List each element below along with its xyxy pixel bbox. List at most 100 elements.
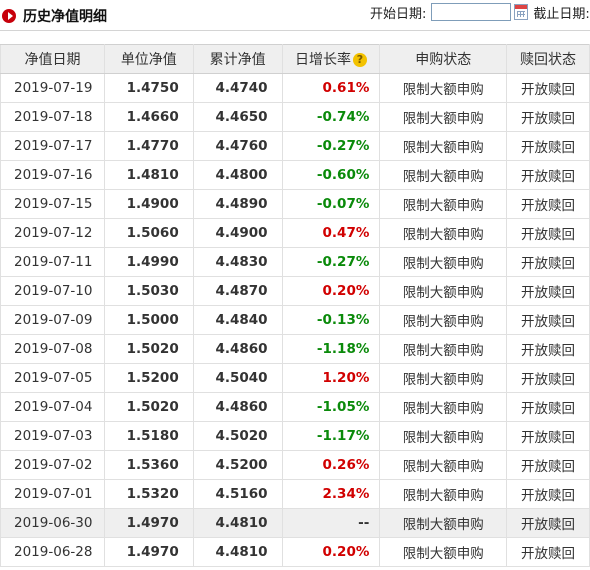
- daily-growth-cell: 0.20%: [281, 276, 381, 306]
- unit-nav-cell: 1.5030: [103, 276, 194, 306]
- accumulated-nav-cell: 4.4830: [192, 247, 283, 277]
- daily-growth-cell: -0.60%: [281, 160, 381, 190]
- daily-growth-cell: -0.13%: [281, 305, 381, 335]
- unit-nav-cell: 1.4750: [103, 73, 194, 103]
- unit-nav-cell: 1.4810: [103, 160, 194, 190]
- redeem-status-cell: 开放赎回: [506, 102, 590, 132]
- play-bullet-icon: [2, 9, 16, 23]
- daily-growth-cell: -1.05%: [281, 392, 381, 422]
- daily-growth-cell: 2.34%: [281, 479, 381, 509]
- col-header-accumulated-nav: 累计净值: [192, 44, 283, 74]
- accumulated-nav-cell: 4.5160: [192, 479, 283, 509]
- col-header-daily-growth: 日增长率?: [281, 44, 381, 74]
- purchase-status-cell: 限制大额申购: [379, 450, 508, 480]
- daily-growth-cell: 1.20%: [281, 363, 381, 393]
- unit-nav-cell: 1.4970: [103, 537, 194, 567]
- table-row: 2019-07-19 1.4750 4.4740 0.61% 限制大额申购 开放赎回: [0, 73, 590, 103]
- purchase-status-cell: 限制大额申购: [379, 334, 508, 364]
- date-cell: 2019-07-08: [0, 334, 105, 364]
- accumulated-nav-cell: 4.4810: [192, 537, 283, 567]
- redeem-status-cell: 开放赎回: [506, 189, 590, 219]
- date-cell: 2019-07-10: [0, 276, 105, 306]
- date-cell: 2019-07-12: [0, 218, 105, 248]
- table-row: 2019-07-18 1.4660 4.4650 -0.74% 限制大额申购 开放赎回: [0, 102, 590, 132]
- daily-growth-cell: -1.17%: [281, 421, 381, 451]
- daily-growth-cell: 0.26%: [281, 450, 381, 480]
- purchase-status-cell: 限制大额申购: [379, 392, 508, 422]
- date-cell: 2019-06-28: [0, 537, 105, 567]
- table-row: 2019-06-30 1.4970 4.4810 -- 限制大额申购 开放赎回: [0, 508, 590, 538]
- purchase-status-cell: 限制大额申购: [379, 131, 508, 161]
- accumulated-nav-cell: 4.4760: [192, 131, 283, 161]
- redeem-status-cell: 开放赎回: [506, 392, 590, 422]
- purchase-status-cell: 限制大额申购: [379, 73, 508, 103]
- date-cell: 2019-07-11: [0, 247, 105, 277]
- calendar-icon[interactable]: [514, 4, 529, 20]
- redeem-status-cell: 开放赎回: [506, 508, 590, 538]
- daily-growth-cell: -0.07%: [281, 189, 381, 219]
- unit-nav-cell: 1.5020: [103, 334, 194, 364]
- unit-nav-cell: 1.4900: [103, 189, 194, 219]
- date-cell: 2019-07-15: [0, 189, 105, 219]
- accumulated-nav-cell: 4.4650: [192, 102, 283, 132]
- start-date-input[interactable]: [431, 3, 512, 21]
- header-bar: 历史净值明细 开始日期: 截止日期:: [0, 0, 590, 31]
- page-title: 历史净值明细: [23, 9, 107, 25]
- daily-growth-cell: 0.20%: [281, 537, 381, 567]
- nav-history-table: 净值日期 单位净值 累计净值 日增长率? 申购状态 赎回状态 2019-07-1…: [0, 44, 590, 567]
- unit-nav-cell: 1.5320: [103, 479, 194, 509]
- redeem-status-cell: 开放赎回: [506, 218, 590, 248]
- col-header-date: 净值日期: [0, 44, 105, 74]
- purchase-status-cell: 限制大额申购: [379, 276, 508, 306]
- purchase-status-cell: 限制大额申购: [379, 537, 508, 567]
- table-body: 2019-07-19 1.4750 4.4740 0.61% 限制大额申购 开放赎回 201…: [0, 73, 590, 567]
- accumulated-nav-cell: 4.4840: [192, 305, 283, 335]
- unit-nav-cell: 1.4990: [103, 247, 194, 277]
- accumulated-nav-cell: 4.4740: [192, 73, 283, 103]
- table-row: 2019-07-02 1.5360 4.5200 0.26% 限制大额申购 开放赎回: [0, 450, 590, 480]
- redeem-status-cell: 开放赎回: [506, 131, 590, 161]
- date-cell: 2019-07-03: [0, 421, 105, 451]
- accumulated-nav-cell: 4.4860: [192, 334, 283, 364]
- date-cell: 2019-07-02: [0, 450, 105, 480]
- table-row: 2019-07-16 1.4810 4.4800 -0.60% 限制大额申购 开放赎回: [0, 160, 590, 190]
- col-header-redeem-status: 赎回状态: [506, 44, 590, 74]
- date-cell: 2019-07-04: [0, 392, 105, 422]
- daily-growth-cell: -1.18%: [281, 334, 381, 364]
- purchase-status-cell: 限制大额申购: [379, 508, 508, 538]
- redeem-status-cell: 开放赎回: [506, 73, 590, 103]
- table-row: 2019-07-01 1.5320 4.5160 2.34% 限制大额申购 开放赎回: [0, 479, 590, 509]
- date-cell: 2019-07-05: [0, 363, 105, 393]
- date-filter: 开始日期: 截止日期:: [370, 0, 590, 24]
- unit-nav-cell: 1.5200: [103, 363, 194, 393]
- table-row: 2019-07-05 1.5200 4.5040 1.20% 限制大额申购 开放赎回: [0, 363, 590, 393]
- accumulated-nav-cell: 4.4800: [192, 160, 283, 190]
- title-wrap: 历史净值明细: [2, 6, 107, 26]
- redeem-status-cell: 开放赎回: [506, 305, 590, 335]
- date-cell: 2019-07-17: [0, 131, 105, 161]
- accumulated-nav-cell: 4.5020: [192, 421, 283, 451]
- date-cell: 2019-07-16: [0, 160, 105, 190]
- redeem-status-cell: 开放赎回: [506, 276, 590, 306]
- col-header-purchase-status: 申购状态: [379, 44, 508, 74]
- purchase-status-cell: 限制大额申购: [379, 160, 508, 190]
- help-icon[interactable]: ?: [352, 53, 367, 67]
- accumulated-nav-cell: 4.4900: [192, 218, 283, 248]
- daily-growth-cell: --: [281, 508, 381, 538]
- purchase-status-cell: 限制大额申购: [379, 363, 508, 393]
- daily-growth-cell: -0.74%: [281, 102, 381, 132]
- table-row: 2019-07-04 1.5020 4.4860 -1.05% 限制大额申购 开放赎回: [0, 392, 590, 422]
- col-header-unit-nav: 单位净值: [103, 44, 194, 74]
- start-date-label: 开始日期:: [370, 6, 427, 22]
- table-row: 2019-07-17 1.4770 4.4760 -0.27% 限制大额申购 开放赎回: [0, 131, 590, 161]
- col-header-daily-growth-label: 日增长率: [294, 52, 351, 68]
- table-row: 2019-07-08 1.5020 4.4860 -1.18% 限制大额申购 开放赎回: [0, 334, 590, 364]
- table-row: 2019-07-11 1.4990 4.4830 -0.27% 限制大额申购 开放赎回: [0, 247, 590, 277]
- table-row: 2019-07-15 1.4900 4.4890 -0.07% 限制大额申购 开放赎回: [0, 189, 590, 219]
- unit-nav-cell: 1.5020: [103, 392, 194, 422]
- unit-nav-cell: 1.5000: [103, 305, 194, 335]
- accumulated-nav-cell: 4.5040: [192, 363, 283, 393]
- redeem-status-cell: 开放赎回: [506, 363, 590, 393]
- unit-nav-cell: 1.5180: [103, 421, 194, 451]
- end-date-label: 截止日期:: [533, 6, 590, 22]
